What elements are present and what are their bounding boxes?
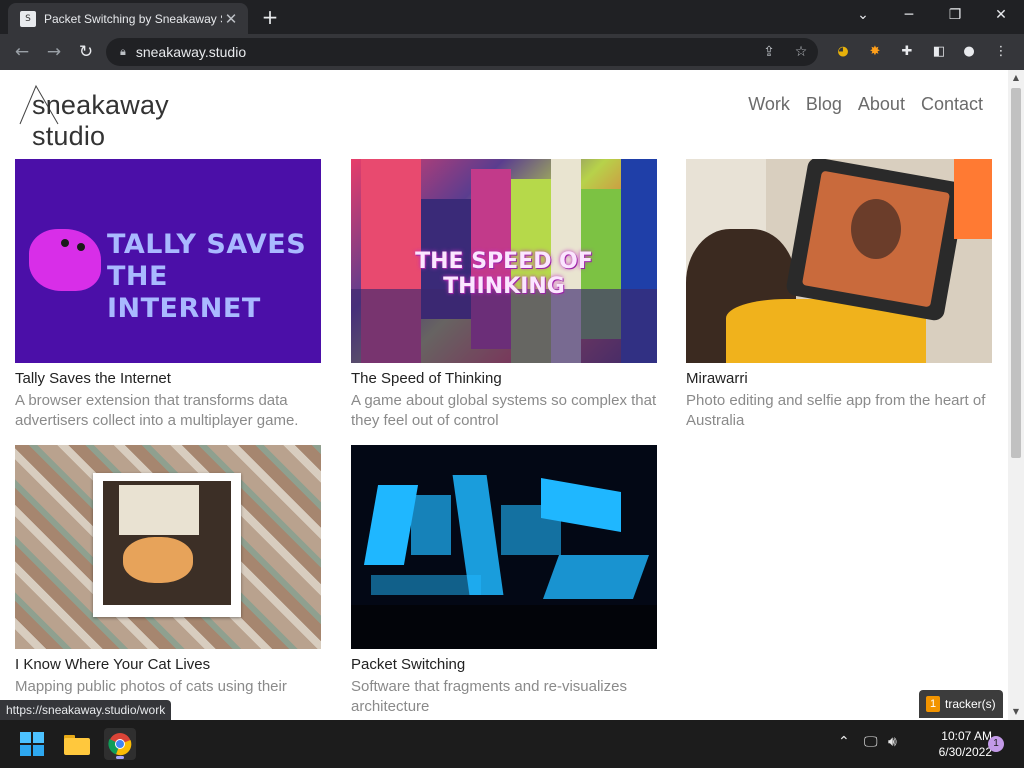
browser-tab[interactable]: S Packet Switching by Sneakaway S ✕ [8, 3, 248, 34]
chrome-extension-icon[interactable]: ◕ [834, 43, 852, 61]
system-clock[interactable]: 10:07 AM 6/30/2022 [912, 728, 992, 760]
tab-title: Packet Switching by Sneakaway S [44, 11, 222, 26]
windows-start-icon[interactable] [16, 728, 48, 760]
site-logo[interactable]: sneakaway studio [18, 84, 248, 151]
forward-button[interactable]: → [42, 40, 66, 64]
link-status-bubble: https://sneakaway.studio/work [0, 700, 172, 720]
active-indicator [116, 756, 124, 759]
burst-extension-icon[interactable]: ✸ [866, 43, 884, 61]
tracker-count: 1 [926, 696, 940, 712]
project-card-tally[interactable]: TALLY SAVES THE INTERNET Tally Saves the… [15, 159, 321, 431]
address-bar[interactable]: 🔒︎ sneakaway.studio ⇪ ☆ [106, 38, 818, 66]
nav-contact[interactable]: Contact [921, 94, 983, 115]
clock-date: 6/30/2022 [938, 745, 992, 759]
scroll-up-icon[interactable]: ▲ [1008, 70, 1024, 86]
tab-search-icon[interactable]: ⌄ [840, 0, 886, 30]
project-description: A game about global systems so complex t… [351, 392, 657, 429]
minimize-button[interactable]: ─ [886, 0, 932, 30]
menu-kebab-icon[interactable]: ⋮ [992, 43, 1010, 61]
logo-text: sneakaway studio [32, 90, 169, 151]
clock-time: 10:07 AM [941, 729, 992, 743]
volume-icon[interactable]: 🔊︎ [888, 734, 897, 750]
show-hidden-icons-chevron-icon[interactable]: ⌃ [838, 734, 850, 750]
project-card-mirawarri[interactable]: Mirawarri Photo editing and selfie app f… [686, 159, 992, 431]
reload-button[interactable]: ↻ [74, 40, 98, 64]
back-button[interactable]: ← [10, 40, 34, 64]
close-tab-icon[interactable]: ✕ [222, 10, 240, 28]
project-thumbnail[interactable]: THE SPEED OF THINKING [351, 159, 657, 363]
browser-tab-bar: S Packet Switching by Sneakaway S ✕ + ⌄ … [0, 0, 1024, 34]
eye-icon [77, 243, 85, 251]
project-card-speed[interactable]: THE SPEED OF THINKING The Speed of Think… [351, 159, 657, 431]
nav-blog[interactable]: Blog [806, 94, 842, 115]
main-nav: Work Blog About Contact [748, 94, 983, 115]
page-scrollbar[interactable]: ▲ ▼ [1008, 70, 1024, 720]
url-text: sneakaway.studio [135, 44, 247, 60]
side-panel-icon[interactable]: ◧ [930, 43, 948, 61]
project-thumbnail[interactable] [351, 445, 657, 649]
profile-icon[interactable]: ● [960, 43, 978, 61]
project-title[interactable]: Tally Saves the Internet [15, 370, 321, 387]
project-card-cat[interactable]: I Know Where Your Cat Lives Mapping publ… [15, 445, 321, 717]
project-description: A browser extension that transforms data… [15, 392, 299, 429]
network-icon[interactable]: 🖵︎ [864, 734, 878, 750]
restore-button[interactable]: ❐ [932, 0, 978, 30]
tally-blob-icon [29, 229, 101, 291]
project-description: Photo editing and selfie app from the he… [686, 392, 986, 429]
browser-toolbar: ← → ↻ 🔒︎ sneakaway.studio ⇪ ☆ ◕ ✸ ✚ ◧ ● … [0, 34, 1024, 70]
project-title[interactable]: I Know Where Your Cat Lives [15, 656, 321, 673]
project-title[interactable]: Packet Switching [351, 656, 657, 673]
thumbnail-text: THE SPEED OF THINKING [415, 249, 593, 299]
project-card-packet[interactable]: Packet Switching Software that fragments… [351, 445, 657, 717]
project-thumbnail[interactable] [686, 159, 992, 363]
share-icon[interactable]: ⇪ [760, 44, 778, 60]
eye-icon [61, 239, 69, 247]
new-tab-button[interactable]: + [258, 5, 282, 29]
windows-taskbar: ⌃ 🖵︎ 🔊︎ 10:07 AM 6/30/2022 1 [0, 720, 1024, 768]
nav-work[interactable]: Work [748, 94, 790, 115]
project-title[interactable]: The Speed of Thinking [351, 370, 657, 387]
project-thumbnail[interactable] [15, 445, 321, 649]
favicon-icon: S [20, 10, 36, 27]
lock-icon[interactable]: 🔒︎ [120, 45, 126, 59]
notification-badge[interactable]: 1 [988, 736, 1004, 752]
extensions-puzzle-icon[interactable]: ✚ [898, 43, 916, 61]
chrome-taskbar-icon[interactable] [104, 728, 136, 760]
web-page: sneakaway studio Work Blog About Contact… [0, 70, 1008, 720]
project-description: Software that fragments and re-visualize… [351, 678, 627, 715]
bookmark-star-icon[interactable]: ☆ [792, 44, 810, 60]
thumbnail-text: TALLY SAVES THE INTERNET [107, 229, 307, 324]
tracker-badge[interactable]: 1 tracker(s) [919, 690, 1003, 718]
scroll-down-icon[interactable]: ▼ [1008, 704, 1024, 720]
tracker-label: tracker(s) [945, 697, 996, 711]
scroll-thumb[interactable] [1011, 88, 1021, 458]
file-explorer-icon[interactable] [61, 728, 93, 760]
project-title[interactable]: Mirawarri [686, 370, 992, 387]
nav-about[interactable]: About [858, 94, 905, 115]
project-thumbnail[interactable]: TALLY SAVES THE INTERNET [15, 159, 321, 363]
close-window-button[interactable]: ✕ [978, 0, 1024, 30]
